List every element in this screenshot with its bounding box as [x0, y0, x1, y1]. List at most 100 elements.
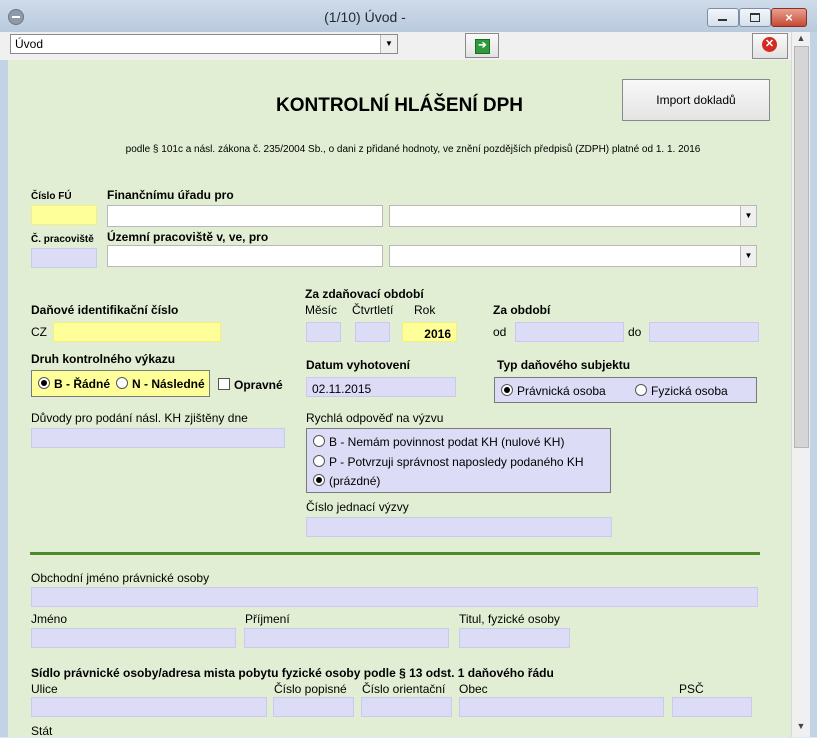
cislo-fu-field[interactable] — [31, 205, 97, 225]
pracoviste-field[interactable] — [107, 245, 383, 267]
odpoved-group: B - Nemám povinnost podat KH (nulové KH)… — [306, 428, 611, 493]
dic-label: Daňové identifikační číslo — [31, 303, 179, 317]
radio-empty-icon — [313, 435, 325, 447]
section-select-value: Úvod — [15, 37, 44, 51]
datum-value: 02.11.2015 — [312, 382, 372, 396]
jmeno-field[interactable] — [31, 628, 236, 648]
scrollbar-thumb[interactable] — [794, 46, 809, 448]
nasledne-text: N - Následné — [132, 377, 205, 391]
stat-label: Stát — [31, 724, 53, 738]
datum-label: Datum vyhotovení — [306, 358, 411, 372]
prijmeni-label: Příjmení — [245, 612, 290, 626]
rok-label: Rok — [414, 303, 436, 317]
popisne-label: Číslo popisné — [274, 682, 347, 696]
vertical-scrollbar[interactable]: ▲ ▼ — [791, 32, 810, 737]
pravnicka-option[interactable]: Právnická osoba — [501, 384, 606, 398]
radne-option[interactable]: B - Řádné — [38, 377, 110, 391]
arrow-right-icon: ➔ — [475, 39, 490, 54]
odpoved-p-option[interactable]: P - Potvrzuji správnost naposledy podané… — [313, 455, 584, 469]
pracoviste-select[interactable]: ▼ — [389, 245, 757, 267]
sidlo-label: Sídlo právnické osoby/adresa mista pobyt… — [31, 666, 554, 680]
period-label: Za zdaňovací období — [305, 287, 424, 301]
duvody-label: Důvody pro podání násl. KH zjištěny dne — [31, 411, 248, 425]
do-field[interactable] — [649, 322, 759, 342]
scroll-up-icon[interactable]: ▲ — [792, 32, 810, 44]
rok-value: 2016 — [424, 327, 451, 341]
mesic-field[interactable] — [306, 322, 341, 342]
popisne-field[interactable] — [273, 697, 354, 717]
obchodni-label: Obchodní jméno právnické osoby — [31, 571, 210, 585]
chevron-down-icon[interactable]: ▼ — [740, 206, 756, 226]
cislo-jednaci-label: Číslo jednací výzvy — [306, 500, 409, 514]
radio-selected-icon — [501, 384, 513, 396]
opravne-checkbox[interactable]: Opravné — [218, 378, 283, 392]
druh-group: B - Řádné N - Následné — [31, 370, 210, 397]
datum-field[interactable]: 02.11.2015 — [306, 377, 456, 397]
close-icon: ✕ — [762, 37, 777, 52]
mesic-label: Měsíc — [305, 303, 338, 317]
cislo-fu-label: Číslo FÚ — [31, 191, 72, 202]
jmeno-label: Jméno — [31, 612, 68, 626]
rok-field[interactable]: 2016 — [402, 322, 457, 342]
odpoved-empty-text: (prázdné) — [329, 474, 381, 488]
odpoved-p-text: P - Potvrzuji správnost naposledy podané… — [329, 455, 584, 469]
window-title: (1/10) Úvod - — [324, 9, 406, 25]
psc-label: PSČ — [679, 682, 704, 696]
odpoved-b-text: B - Nemám povinnost podat KH (nulové KH) — [329, 435, 565, 449]
scroll-down-icon[interactable]: ▼ — [792, 720, 810, 732]
import-button[interactable]: Import dokladů — [622, 79, 770, 121]
go-button[interactable]: ➔ — [465, 33, 499, 58]
fyzicka-option[interactable]: Fyzická osoba — [635, 384, 728, 398]
ulice-label: Ulice — [31, 682, 58, 696]
do-label: do — [628, 325, 642, 339]
urad-select[interactable]: ▼ — [389, 205, 757, 227]
window-close-button[interactable]: × — [771, 8, 807, 27]
orientacni-field[interactable] — [361, 697, 452, 717]
pracoviste-num-field[interactable] — [31, 248, 97, 268]
pracoviste-num-label: Č. pracoviště — [31, 234, 94, 245]
nasledne-option[interactable]: N - Následné — [116, 377, 205, 391]
typ-group: Právnická osoba Fyzická osoba — [494, 377, 757, 403]
obec-label: Obec — [459, 682, 488, 696]
od-label: od — [493, 325, 507, 339]
cislo-jednaci-field[interactable] — [306, 517, 612, 537]
odpoved-b-option[interactable]: B - Nemám povinnost podat KH (nulové KH) — [313, 435, 564, 449]
page-subtitle: podle § 101c a násl. zákona č. 235/2004 … — [125, 144, 701, 155]
titul-field[interactable] — [459, 628, 570, 648]
obchodni-field[interactable] — [31, 587, 758, 607]
pracoviste-label: Územní pracoviště v, ve, pro — [107, 230, 269, 244]
chevron-down-icon[interactable]: ▼ — [740, 246, 756, 266]
ctvrtleti-field[interactable] — [355, 322, 390, 342]
minimize-button[interactable] — [707, 8, 739, 27]
prijmeni-field[interactable] — [244, 628, 449, 648]
close-form-button[interactable]: ✕ — [752, 33, 788, 59]
pravnicka-text: Právnická osoba — [517, 384, 606, 398]
checkbox-icon — [218, 378, 230, 390]
window-frame-right — [809, 32, 817, 737]
obec-field[interactable] — [459, 697, 664, 717]
fyzicka-text: Fyzická osoba — [651, 384, 728, 398]
section-select[interactable]: Úvod ▼ — [10, 34, 398, 54]
urad-field[interactable] — [107, 205, 383, 227]
radio-empty-icon — [116, 377, 128, 389]
duvody-field[interactable] — [31, 428, 285, 448]
opravne-text: Opravné — [234, 378, 283, 392]
typ-label: Typ daňového subjektu — [497, 358, 631, 372]
titul-label: Titul, fyzické osoby — [459, 612, 560, 626]
za-obdobi-label: Za období — [493, 303, 551, 317]
ulice-field[interactable] — [31, 697, 267, 717]
maximize-button[interactable] — [739, 8, 771, 27]
psc-field[interactable] — [672, 697, 752, 717]
ctvrtleti-label: Čtvrtletí — [352, 303, 394, 317]
window-frame-left — [0, 60, 8, 737]
odpoved-empty-option[interactable]: (prázdné) — [313, 474, 380, 488]
radio-empty-icon — [313, 455, 325, 467]
chevron-down-icon[interactable]: ▼ — [380, 35, 397, 53]
orientacni-label: Číslo orientační — [362, 682, 446, 696]
radio-selected-icon — [38, 377, 50, 389]
dic-field[interactable] — [53, 322, 221, 342]
urad-label: Finančnímu úřadu pro — [107, 188, 234, 202]
od-field[interactable] — [515, 322, 624, 342]
odpoved-label: Rychlá odpověď na výzvu — [306, 411, 444, 425]
radne-text: B - Řádné — [54, 377, 111, 391]
